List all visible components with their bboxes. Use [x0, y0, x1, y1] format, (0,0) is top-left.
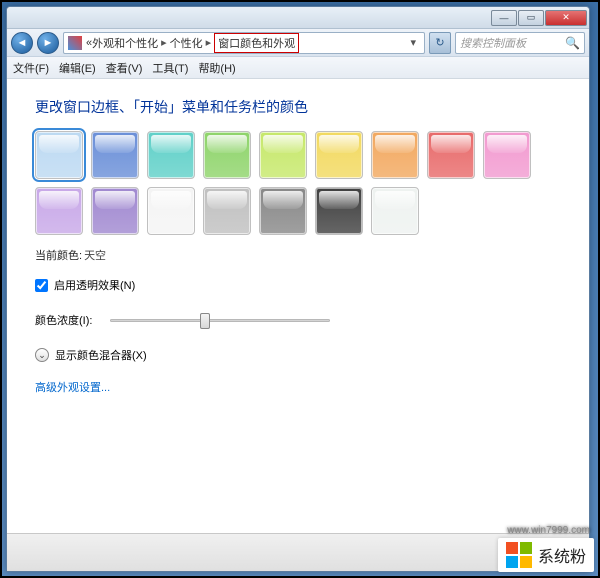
color-mixer-expander[interactable]: ⌄ 显示颜色混合器(X) — [35, 347, 561, 363]
breadcrumb-dropdown-icon[interactable]: ▾ — [406, 36, 420, 49]
menu-edit[interactable]: 编辑(E) — [59, 60, 96, 76]
menu-view[interactable]: 查看(V) — [106, 60, 143, 76]
menu-help[interactable]: 帮助(H) — [198, 60, 235, 76]
color-swatch-red[interactable] — [427, 131, 475, 179]
nav-forward-button[interactable]: ► — [37, 32, 59, 54]
color-swatch-black[interactable] — [315, 187, 363, 235]
intensity-slider[interactable] — [110, 311, 330, 329]
maximize-button[interactable]: ▭ — [518, 10, 544, 26]
color-swatch-sky[interactable] — [35, 131, 83, 179]
chevron-down-icon: ⌄ — [35, 348, 49, 362]
color-swatch-lime[interactable] — [259, 131, 307, 179]
nav-back-button[interactable]: ◄ — [11, 32, 33, 54]
breadcrumb-appearance[interactable]: 外观和个性化 — [92, 35, 158, 51]
watermark-url: www.win7999.com — [507, 525, 590, 536]
content-area: 更改窗口边框、「开始」菜单和任务栏的颜色 当前颜色: 天空 启用透明效果(N) … — [7, 79, 589, 533]
color-swatch-lavender[interactable] — [35, 187, 83, 235]
current-color-row: 当前颜色: 天空 — [35, 247, 561, 263]
chevron-right-icon: ▸ — [161, 36, 167, 49]
intensity-row: 颜色浓度(I): — [35, 311, 561, 329]
color-swatch-grid — [35, 131, 561, 235]
color-swatch-yellow[interactable] — [315, 131, 363, 179]
breadcrumb-personalization[interactable]: 个性化 — [170, 35, 203, 51]
menu-tools[interactable]: 工具(T) — [152, 60, 188, 76]
color-swatch-purple[interactable] — [91, 187, 139, 235]
color-swatch-frost[interactable] — [371, 187, 419, 235]
color-swatch-gray[interactable] — [203, 187, 251, 235]
chevron-right-icon: ▸ — [206, 36, 212, 49]
menu-bar: 文件(F) 编辑(E) 查看(V) 工具(T) 帮助(H) — [7, 57, 589, 79]
page-title: 更改窗口边框、「开始」菜单和任务栏的颜色 — [35, 97, 561, 117]
color-swatch-blue[interactable] — [91, 131, 139, 179]
titlebar: — ▭ ✕ — [7, 7, 589, 29]
control-panel-icon — [68, 36, 82, 50]
slider-track — [110, 319, 330, 322]
control-panel-window: — ▭ ✕ ◄ ► « 外观和个性化 ▸ 个性化 ▸ 窗口颜色和外观 ▾ ↻ 搜… — [6, 6, 590, 572]
search-icon[interactable]: 🔍 — [565, 36, 580, 50]
breadcrumb-window-color[interactable]: 窗口颜色和外观 — [214, 33, 299, 53]
search-placeholder: 搜索控制面板 — [460, 35, 526, 51]
color-swatch-pink[interactable] — [483, 131, 531, 179]
slider-thumb[interactable] — [200, 313, 210, 329]
color-swatch-orange[interactable] — [371, 131, 419, 179]
watermark: 系统粉 — [498, 538, 594, 572]
transparency-label[interactable]: 启用透明效果(N) — [54, 277, 135, 293]
color-mixer-label: 显示颜色混合器(X) — [55, 347, 147, 363]
close-button[interactable]: ✕ — [545, 10, 587, 26]
transparency-checkbox[interactable] — [35, 279, 48, 292]
color-swatch-white[interactable] — [147, 187, 195, 235]
advanced-appearance-link[interactable]: 高级外观设置... — [35, 379, 561, 395]
watermark-logo-icon — [506, 542, 532, 568]
refresh-button[interactable]: ↻ — [429, 32, 451, 54]
intensity-label: 颜色浓度(I): — [35, 312, 92, 328]
color-swatch-teal[interactable] — [147, 131, 195, 179]
watermark-text: 系统粉 — [538, 543, 586, 567]
current-color-value: 天空 — [84, 247, 106, 263]
current-color-label: 当前颜色: — [35, 247, 82, 263]
color-swatch-darkgray[interactable] — [259, 187, 307, 235]
address-bar: ◄ ► « 外观和个性化 ▸ 个性化 ▸ 窗口颜色和外观 ▾ ↻ 搜索控制面板 … — [7, 29, 589, 57]
breadcrumb-box[interactable]: « 外观和个性化 ▸ 个性化 ▸ 窗口颜色和外观 ▾ — [63, 32, 425, 54]
menu-file[interactable]: 文件(F) — [13, 60, 49, 76]
color-swatch-green[interactable] — [203, 131, 251, 179]
transparency-row: 启用透明效果(N) — [35, 277, 561, 293]
minimize-button[interactable]: — — [491, 10, 517, 26]
search-input[interactable]: 搜索控制面板 🔍 — [455, 32, 585, 54]
